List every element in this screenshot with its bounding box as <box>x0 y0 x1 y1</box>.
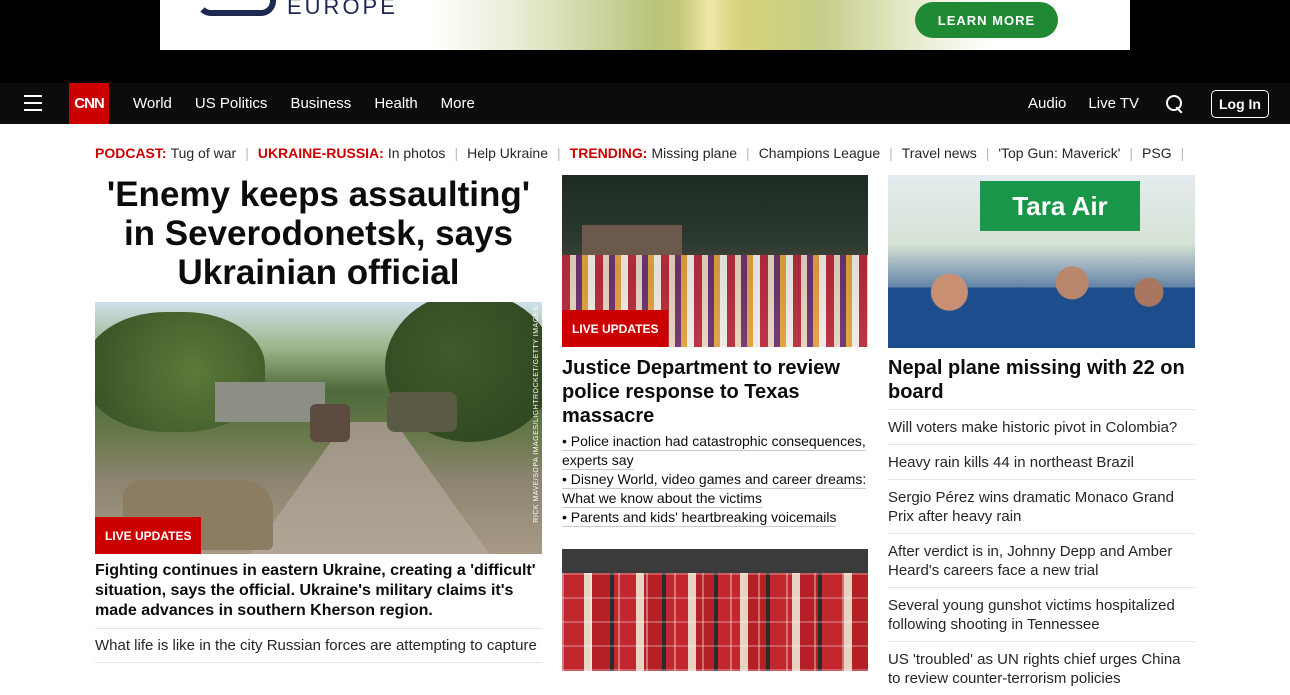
list-item[interactable]: Sergio Pérez wins dramatic Monaco Grand … <box>888 479 1195 533</box>
trend-label: PODCAST: <box>95 145 167 161</box>
trend-link[interactable]: PSG <box>1142 145 1172 161</box>
ad-image <box>430 0 990 50</box>
nepal-headline[interactable]: Nepal plane missing with 22 on board <box>888 356 1195 404</box>
image-house <box>215 382 325 422</box>
nav-right: Audio Live TV Log In <box>1006 83 1269 124</box>
list-item[interactable]: Will voters make historic pivot in Colom… <box>888 409 1195 444</box>
nav-links: World US Politics Business Health More <box>133 83 498 124</box>
image-car <box>310 404 350 442</box>
bullet-link[interactable]: • Parents and kids' heartbreaking voicem… <box>562 508 868 527</box>
ad-learn-more-button[interactable]: LEARN MORE <box>915 2 1058 38</box>
separator: | <box>1180 145 1185 161</box>
bullet-link[interactable]: • Disney World, video games and career d… <box>562 470 868 508</box>
menu-icon[interactable] <box>24 95 42 111</box>
image-vehicle <box>387 392 457 432</box>
nav-link-us-politics[interactable]: US Politics <box>195 95 268 112</box>
bullet-link[interactable]: • Police inaction had catastrophic conse… <box>562 432 868 470</box>
headline-list: Will voters make historic pivot in Colom… <box>888 409 1195 695</box>
texas-headline[interactable]: Justice Department to review police resp… <box>562 356 868 428</box>
nav-link-business[interactable]: Business <box>290 95 351 112</box>
separator: | <box>985 145 990 161</box>
login-button[interactable]: Log In <box>1211 89 1269 118</box>
separator: | <box>1129 145 1134 161</box>
photo-credit: RICK MAVE/SOPA IMAGES/LIGHTROCKET/GETTY … <box>533 306 540 523</box>
trending-bar: PODCAST: Tug of war | UKRAINE-RUSSIA: In p… <box>95 145 1193 161</box>
cnn-logo[interactable]: CNN <box>69 83 109 124</box>
lead-related-link[interactable]: What life is like in the city Russian fo… <box>95 628 542 663</box>
texas-memorial-image[interactable]: LIVE UPDATES <box>562 175 868 347</box>
live-updates-badge: LIVE UPDATES <box>95 517 202 554</box>
list-item[interactable]: Several young gunshot victims hospitaliz… <box>888 587 1195 641</box>
trend-link[interactable]: 'Top Gun: Maverick' <box>998 145 1120 161</box>
lead-summary[interactable]: Fighting continues in eastern Ukraine, c… <box>95 561 542 621</box>
nepal-image[interactable]: Tara Air <box>888 175 1195 348</box>
live-updates-badge: LIVE UPDATES <box>562 310 669 347</box>
trend-link[interactable]: Missing plane <box>651 145 737 161</box>
separator: | <box>746 145 750 161</box>
nav-link-audio[interactable]: Audio <box>1028 95 1066 112</box>
separator: | <box>889 145 893 161</box>
trend-label: TRENDING: <box>569 145 648 161</box>
nav-link-more[interactable]: More <box>441 95 475 112</box>
lead-image[interactable]: RICK MAVE/SOPA IMAGES/LIGHTROCKET/GETTY … <box>95 302 542 554</box>
trend-link[interactable]: Travel news <box>902 145 977 161</box>
separator: | <box>557 145 561 161</box>
list-item[interactable]: US 'troubled' as UN rights chief urges C… <box>888 641 1195 695</box>
trend-link[interactable]: Help Ukraine <box>467 145 548 161</box>
texas-bullets: • Police inaction had catastrophic conse… <box>562 432 868 527</box>
nav-link-health[interactable]: Health <box>374 95 417 112</box>
ad-brand: EUROPE <box>287 0 398 19</box>
nav-link-world[interactable]: World <box>133 95 172 112</box>
lead-headline[interactable]: 'Enemy keeps assaulting' in Severodonets… <box>95 175 542 292</box>
trend-link[interactable]: Tug of war <box>171 145 237 161</box>
image-road <box>245 422 495 554</box>
ad-logo-icon <box>196 0 276 16</box>
crowd-image[interactable] <box>562 549 868 671</box>
separator: | <box>454 145 459 161</box>
trend-link[interactable]: Champions League <box>759 145 880 161</box>
ad-banner[interactable]: EUROPE LEARN MORE <box>160 0 1130 50</box>
list-item[interactable]: Heavy rain kills 44 in northeast Brazil <box>888 444 1195 479</box>
top-nav: CNN World US Politics Business Health Mo… <box>0 83 1290 124</box>
trend-label: UKRAINE-RUSSIA: <box>257 145 384 161</box>
nav-link-live-tv[interactable]: Live TV <box>1088 95 1139 112</box>
trend-link[interactable]: In photos <box>388 145 446 161</box>
ad-strip: EUROPE LEARN MORE <box>0 0 1290 83</box>
list-item[interactable]: After verdict is in, Johnny Depp and Amb… <box>888 533 1195 587</box>
tara-air-sign: Tara Air <box>980 181 1140 231</box>
image-crowd <box>888 255 1195 348</box>
search-icon[interactable] <box>1165 94 1185 114</box>
separator: | <box>245 145 249 161</box>
